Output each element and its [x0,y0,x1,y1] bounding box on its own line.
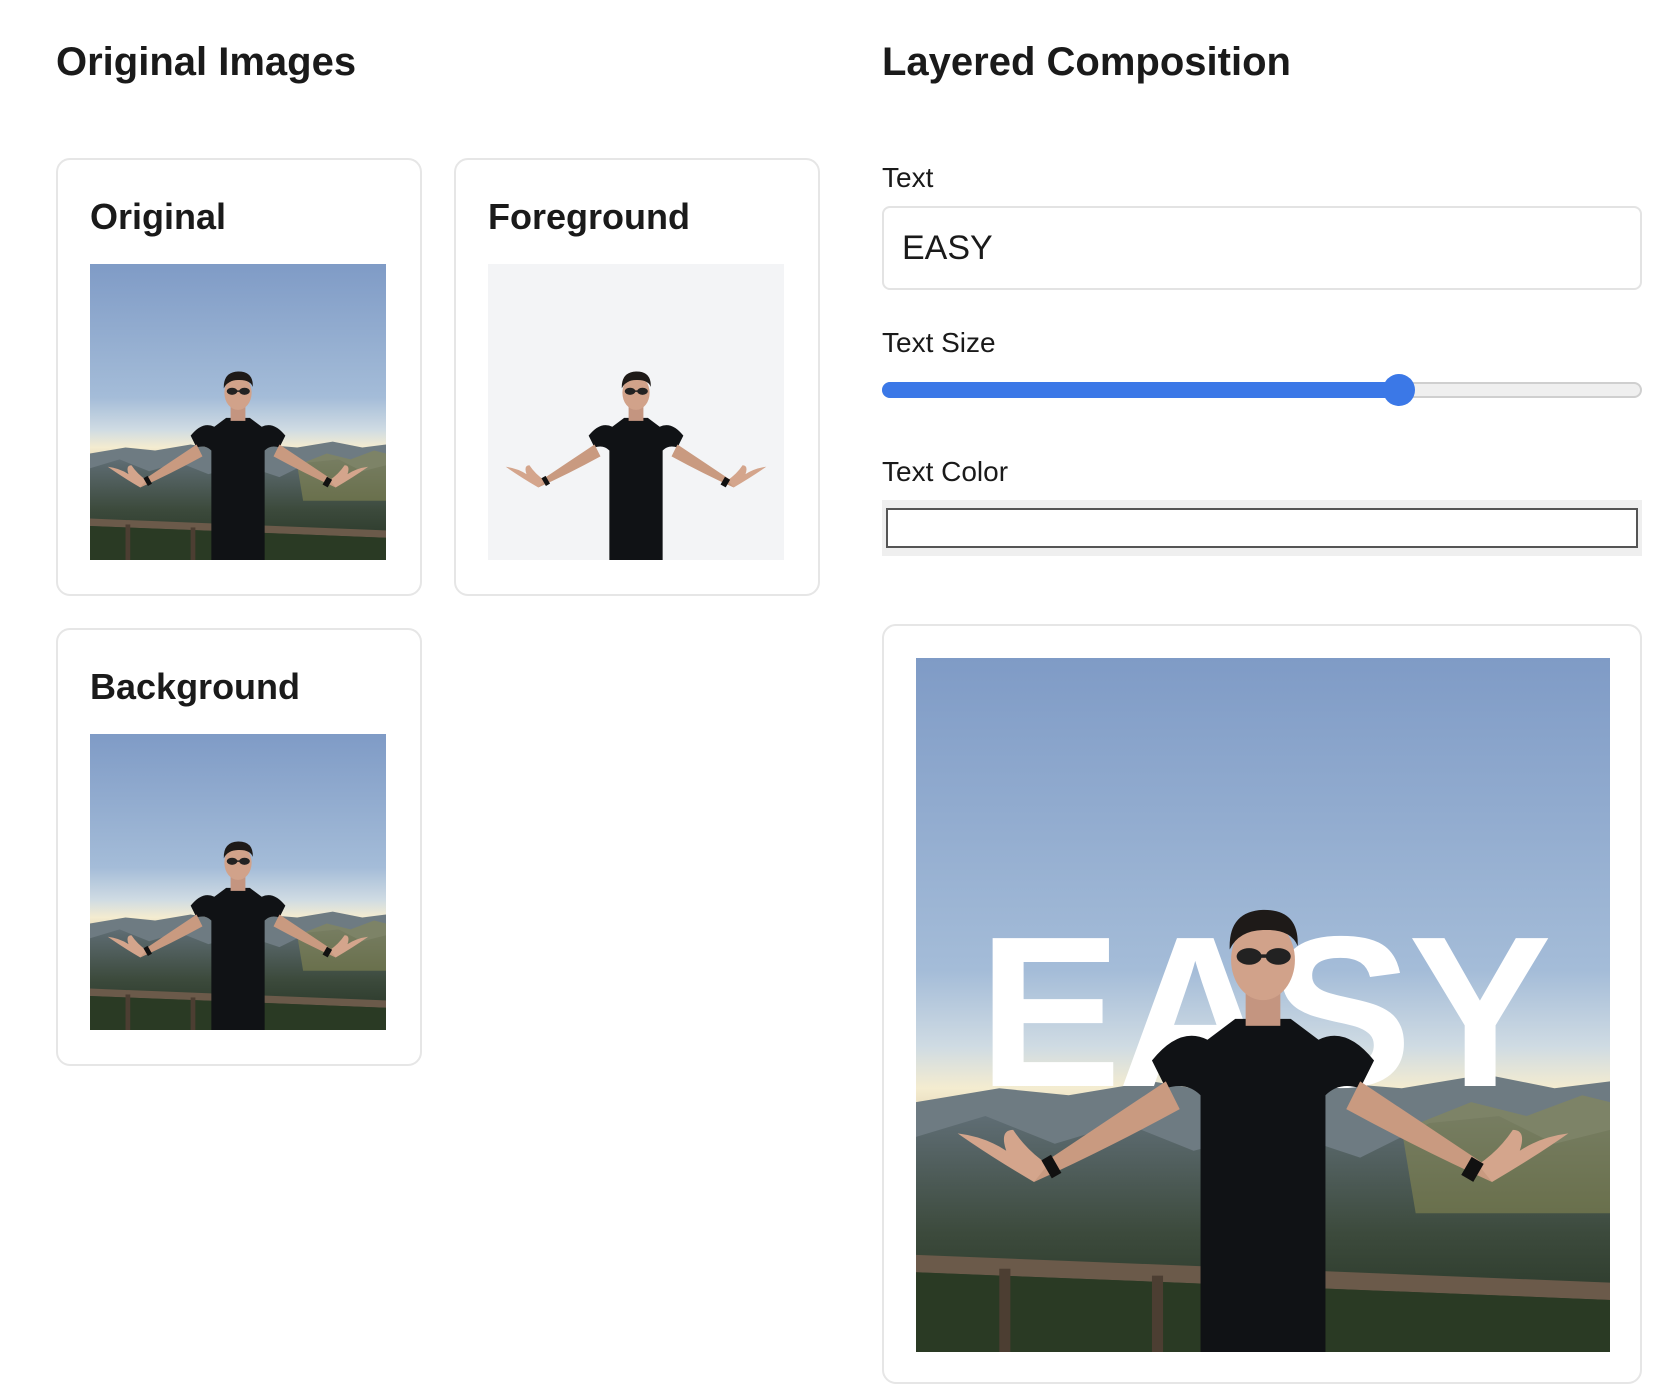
composition-image: EASY [916,658,1610,1352]
original-images-heading: Original Images [56,40,357,84]
background-image [90,734,386,1030]
layered-composition-heading: Layered Composition [882,40,1291,84]
text-color-picker[interactable] [882,500,1642,556]
foreground-image [488,264,784,560]
color-swatch [886,508,1638,548]
text-size-slider[interactable] [882,374,1642,406]
slider-thumb[interactable] [1382,374,1415,406]
original-image [90,264,386,560]
text-size-label: Text Size [882,327,996,358]
slider-fill [882,382,1399,398]
text-label: Text [882,162,934,193]
background-card: Background [56,628,422,1066]
background-card-title: Background [90,666,301,707]
composition-card: EASY [882,624,1642,1384]
composition-foreground-layer [957,909,1569,1352]
original-card: Original [56,158,422,596]
foreground-card-title: Foreground [488,196,690,237]
foreground-card: Foreground [454,158,820,596]
original-card-title: Original [90,196,227,237]
text-input[interactable]: EASY [882,206,1642,290]
text-color-label: Text Color [882,456,1009,487]
